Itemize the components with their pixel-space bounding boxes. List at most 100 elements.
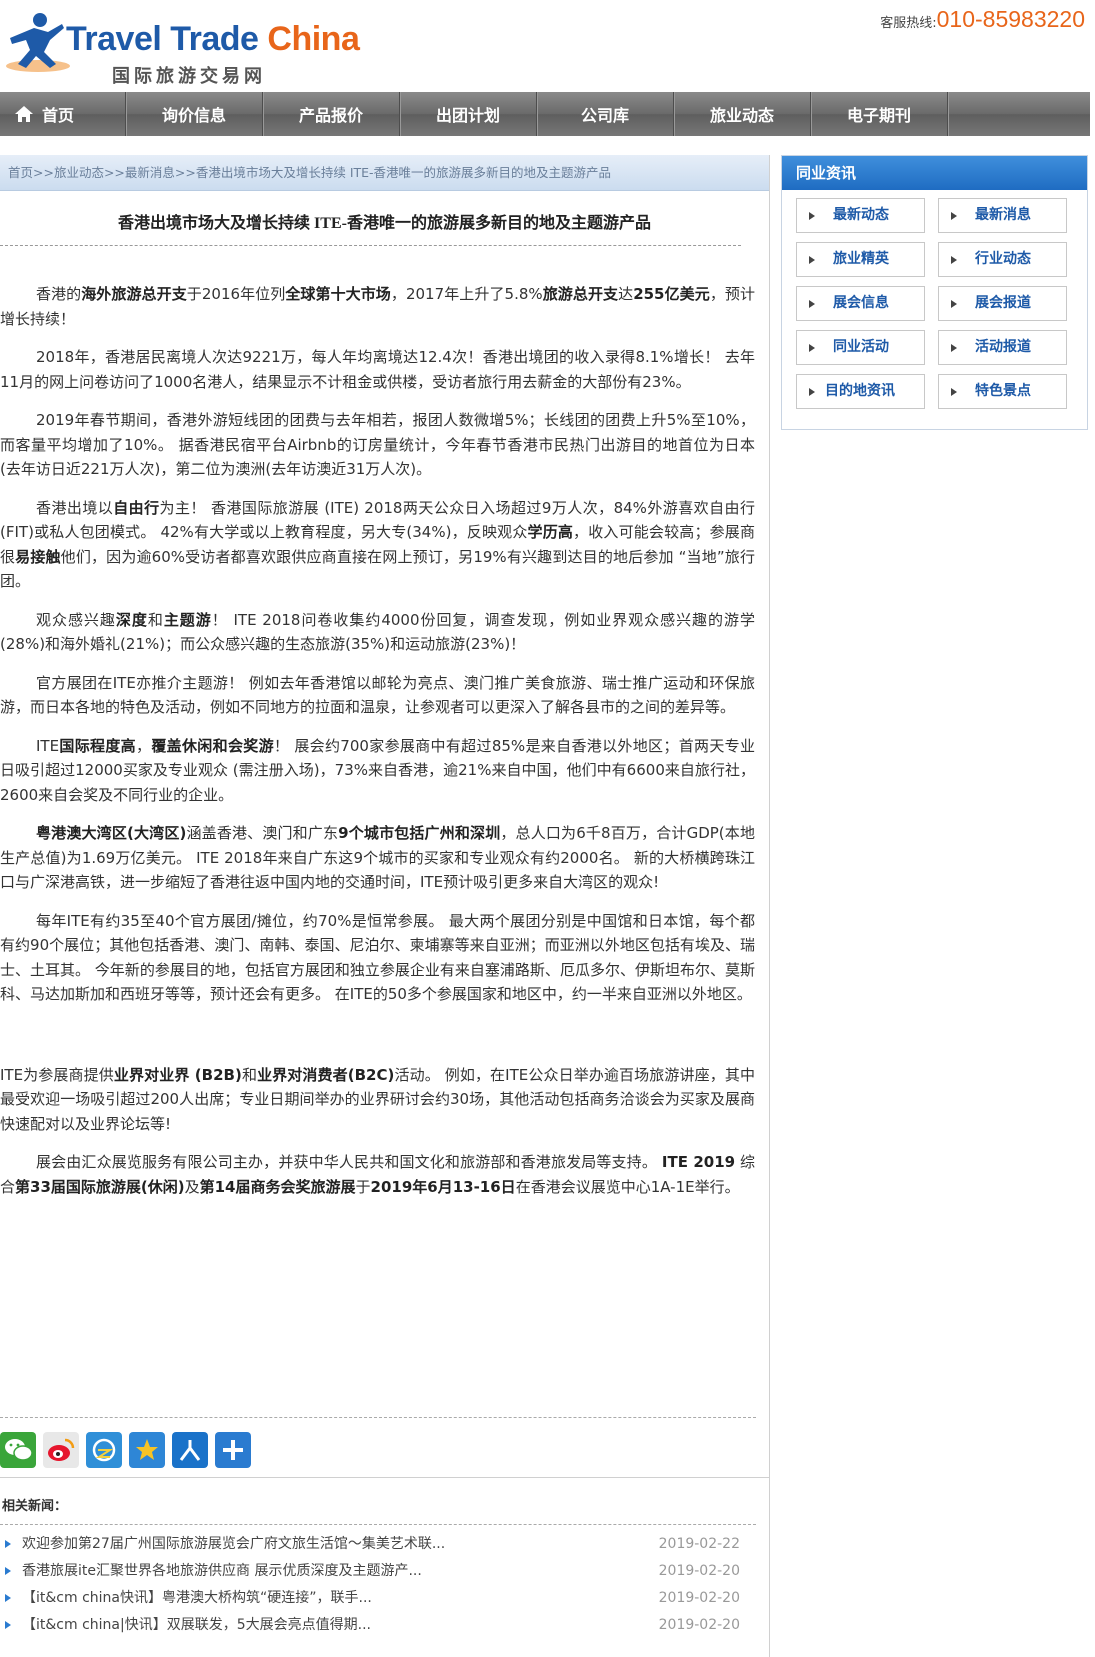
- text-bold: 主题游: [163, 610, 212, 629]
- article-paragraph: 展会由汇众展览服务有限公司主办，并获中华人民共和国文化和旅游部和香港旅发局等支持…: [0, 1150, 755, 1199]
- more-share-button[interactable]: [215, 1432, 251, 1468]
- related-news: 相关新闻： 欢迎参加第27届广州国际旅游展览会广府文旅生活馆～集美艺术联... 2…: [0, 1477, 770, 1639]
- triangle-right-icon: [809, 300, 815, 308]
- text-bold: 学历高: [527, 523, 574, 541]
- sidebar-link-industry-elite[interactable]: 旅业精英: [796, 242, 925, 277]
- renren-share-button[interactable]: [172, 1432, 208, 1468]
- sidebar-link-event-reports[interactable]: 活动报道: [938, 330, 1067, 365]
- wechat-share-button[interactable]: [0, 1432, 36, 1468]
- related-news-item[interactable]: 香港旅展ite汇聚世界各地旅游供应商 展示优质深度及主题游产... 2019-02…: [0, 1558, 740, 1585]
- brand-prefix: Travel Trade: [66, 20, 268, 58]
- nav-item-companies[interactable]: 公司库: [537, 92, 674, 136]
- hotline: 客服热线:010-85983220: [880, 6, 1085, 33]
- sidebar-link-label: 同业活动: [833, 339, 889, 355]
- sidebar-link-label: 旅业精英: [833, 251, 889, 267]
- related-news-date: 2019-02-20: [658, 1563, 740, 1579]
- site-header: Travel Trade China 国际旅游交易网 客服热线:010-8598…: [0, 0, 1095, 90]
- triangle-right-icon: [951, 212, 957, 220]
- qzone-icon: [92, 1438, 116, 1462]
- triangle-right-icon: [951, 300, 957, 308]
- related-news-item[interactable]: 【it&cm china快讯】粤港澳大桥构筑“硬连接”，联手... 2019-02…: [0, 1585, 740, 1612]
- hotline-number: 010-85983220: [936, 6, 1085, 32]
- nav-item-inquiry[interactable]: 询价信息: [126, 92, 263, 136]
- brand-accent: China: [267, 20, 360, 58]
- sidebar-link-destination-info[interactable]: 目的地资讯: [796, 374, 925, 409]
- article-body: 香港的海外旅游总开支于2016年位列全球第十大市场，2017年上升了5.8%旅游…: [0, 282, 769, 1199]
- breadcrumb[interactable]: 首页>>旅业动态>>最新消息>>香港出境市场大及增长持续 ITE-香港唯一的旅游…: [0, 155, 769, 191]
- text-run: ITE: [36, 736, 60, 755]
- triangle-right-icon: [951, 388, 957, 396]
- text-run: ，2017年上升了5.8%: [390, 285, 543, 303]
- brand-title: Travel Trade China: [66, 20, 360, 59]
- arrow-right-icon: [5, 1567, 11, 1575]
- text-bold: ITE 2019: [661, 1153, 736, 1171]
- sidebar-link-exhibition-reports[interactable]: 展会报道: [938, 286, 1067, 321]
- nav-filler: [948, 92, 1090, 136]
- nav-item-e-journal[interactable]: 电子期刊: [811, 92, 948, 136]
- text-run: 展会由汇众展览服务有限公司主办，并获中华人民共和国文化和旅游部和香港旅发局等支持…: [36, 1153, 662, 1171]
- sidebar-link-label: 展会报道: [975, 295, 1031, 311]
- text-bold: 旅游总开支: [542, 285, 619, 303]
- sidebar-link-industry-events[interactable]: 同业活动: [796, 330, 925, 365]
- nav-item-tour-plans[interactable]: 出团计划: [400, 92, 537, 136]
- related-news-link[interactable]: 【it&cm china|快讯】双展联发，5大展会亮点值得期...: [22, 1617, 371, 1633]
- sidebar-link-label: 最新消息: [975, 207, 1031, 223]
- related-news-link[interactable]: 欢迎参加第27届广州国际旅游展览会广府文旅生活馆～集美艺术联...: [22, 1536, 445, 1552]
- triangle-right-icon: [809, 388, 815, 396]
- arrow-right-icon: [5, 1621, 11, 1629]
- sidebar-link-industry-dynamics[interactable]: 行业动态: [938, 242, 1067, 277]
- text-bold: 第33届国际旅游展(休闲): [15, 1177, 185, 1196]
- sidebar-link-latest-news[interactable]: 最新消息: [938, 198, 1067, 233]
- related-news-date: 2019-02-22: [658, 1536, 740, 1552]
- article-title: 香港出境市场大及增长持续 ITE-香港唯一的旅游展多新目的地及主题游产品: [118, 215, 651, 232]
- arrow-right-icon: [5, 1594, 11, 1602]
- article-paragraph: ITE国际程度高，覆盖休闲和会奖游！ 展会约700家参展商中有超过85%是来自香…: [0, 734, 755, 808]
- related-news-item[interactable]: 【it&cm china|快讯】双展联发，5大展会亮点值得期... 2019-02…: [0, 1612, 740, 1639]
- article-paragraph: 2019年春节期间，香港外游短线团的团费与去年相若，报团人数微增5%；长线团的团…: [0, 411, 755, 478]
- qzone-share-button[interactable]: [86, 1432, 122, 1468]
- text-run: 香港的: [36, 285, 82, 303]
- nav-item-industry-news[interactable]: 旅业动态: [674, 92, 811, 136]
- text-run: ITE为参展商提供: [0, 1065, 114, 1084]
- text-run: 达: [618, 285, 634, 303]
- text-bold: 自由行: [113, 498, 160, 517]
- sidebar-link-label: 目的地资讯: [825, 383, 895, 399]
- triangle-right-icon: [809, 212, 815, 220]
- article-paragraph: 粤港澳大湾区(大湾区)涵盖香港、澳门和广东9个城市包括广州和深圳，总人口为6千8…: [0, 821, 755, 895]
- nav-item-home[interactable]: 首页: [0, 92, 126, 136]
- sidebar-link-label: 特色景点: [975, 383, 1031, 399]
- sidebar-link-label: 行业动态: [975, 251, 1031, 267]
- text-bold: 9个城市包括广州和深圳: [338, 824, 501, 842]
- sidebar-link-label: 展会信息: [833, 295, 889, 311]
- text-run: 于: [355, 1177, 371, 1196]
- sidebar-link-label: 最新动态: [833, 207, 889, 223]
- article-paragraph: 官方展团在ITE亦推介主题游！ 例如去年香港馆以邮轮为亮点、澳门推广美食旅游、瑞…: [0, 673, 755, 717]
- triangle-right-icon: [809, 344, 815, 352]
- sidebar-industry-news: 同业资讯 最新动态 最新消息 旅业精英 行业动态 展会信息 展会报道 同业活动 …: [781, 155, 1088, 430]
- triangle-right-icon: [809, 256, 815, 264]
- text-run: 观众感兴趣: [36, 610, 116, 629]
- nav-item-quotes[interactable]: 产品报价: [263, 92, 400, 136]
- text-bold: 全球第十大市场: [285, 285, 391, 303]
- related-news-link[interactable]: 香港旅展ite汇聚世界各地旅游供应商 展示优质深度及主题游产...: [22, 1563, 422, 1579]
- sidebar-link-latest-trends[interactable]: 最新动态: [796, 198, 925, 233]
- related-news-item[interactable]: 欢迎参加第27届广州国际旅游展览会广府文旅生活馆～集美艺术联... 2019-02…: [0, 1531, 740, 1558]
- text-bold: 255亿美元: [633, 285, 710, 303]
- article-paragraph: 观众感兴趣深度和主题游！ ITE 2018问卷收集约4000份回复，调查发现，例…: [0, 608, 755, 657]
- sidebar-link-featured-sights[interactable]: 特色景点: [938, 374, 1067, 409]
- text-run: 和: [241, 1065, 258, 1084]
- site-logo[interactable]: Travel Trade China 国际旅游交易网: [4, 10, 360, 87]
- text-bold: 易接触: [15, 547, 61, 566]
- share-divider: [0, 1417, 756, 1418]
- sidebar-title: 同业资讯: [782, 156, 1087, 190]
- brand-subtitle: 国际旅游交易网: [112, 66, 266, 87]
- share-bar: [0, 1432, 251, 1468]
- favorite-icon: [136, 1439, 158, 1460]
- main-nav: 首页 询价信息 产品报价 出团计划 公司库 旅业动态 电子期刊: [0, 92, 1090, 136]
- text-run: 涵盖香港、澳门和广东: [186, 824, 339, 842]
- favorite-share-button[interactable]: [129, 1432, 165, 1468]
- weibo-share-button[interactable]: [43, 1432, 79, 1468]
- sidebar-link-exhibition-info[interactable]: 展会信息: [796, 286, 925, 321]
- related-news-link[interactable]: 【it&cm china快讯】粤港澳大桥构筑“硬连接”，联手...: [22, 1590, 372, 1606]
